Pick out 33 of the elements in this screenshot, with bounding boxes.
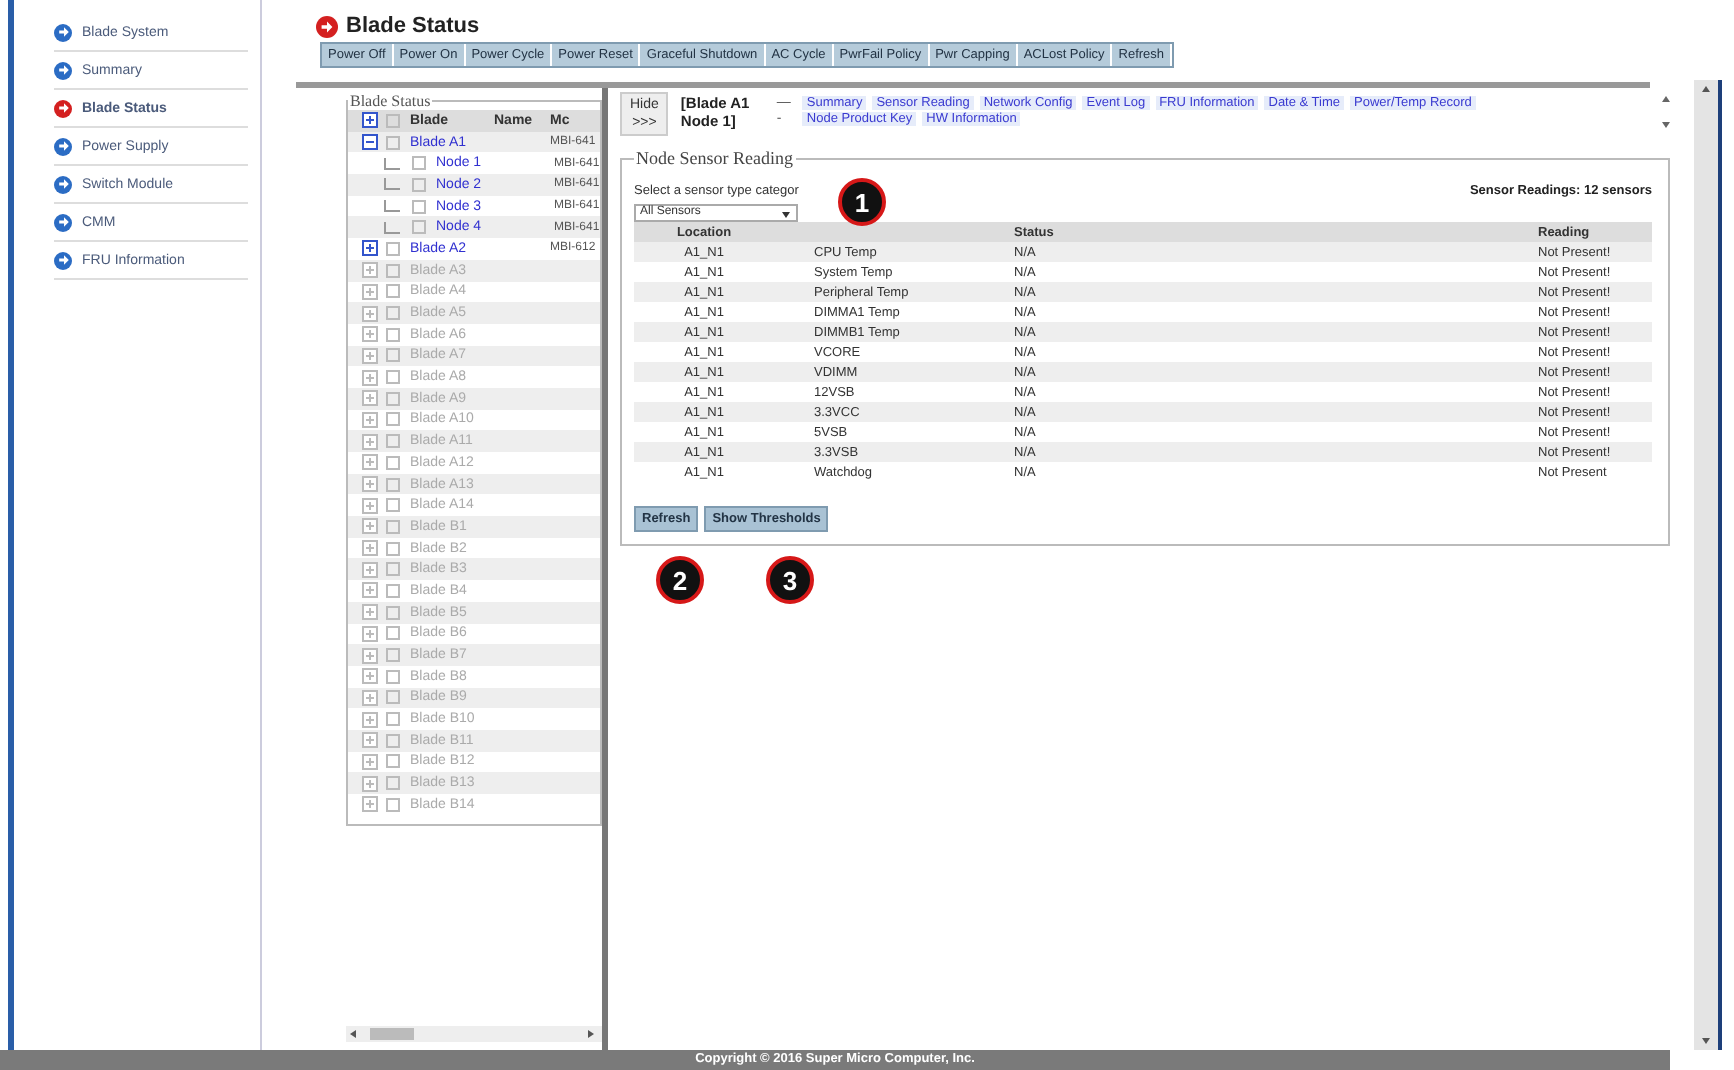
expander-icon[interactable] — [362, 134, 378, 151]
dropdown-caret-icon — [782, 209, 790, 217]
checkbox[interactable] — [386, 135, 400, 150]
arrow-icon — [316, 15, 338, 37]
expander-icon[interactable] — [362, 240, 378, 257]
callout-marker: 3 — [766, 556, 814, 604]
checkbox[interactable] — [412, 156, 426, 171]
panel-legend: Blade Status — [348, 94, 433, 110]
scroll-down-icon[interactable] — [1702, 1036, 1710, 1044]
arrow-icon — [54, 137, 72, 155]
arrow-icon — [54, 213, 72, 231]
checkbox[interactable] — [386, 241, 400, 256]
scroll-up-icon[interactable] — [1662, 96, 1670, 104]
arrow-icon — [54, 99, 72, 117]
scroll-right-icon[interactable] — [582, 1030, 598, 1038]
scroll-left-icon[interactable] — [346, 1030, 362, 1038]
scroll-up-icon[interactable] — [1702, 86, 1710, 94]
horizontal-scrollbar[interactable] — [346, 1026, 602, 1042]
expand-all-icon[interactable] — [362, 112, 378, 129]
arrow-icon — [54, 61, 72, 79]
panel-legend: Node Sensor Reading — [634, 148, 795, 168]
arrow-icon — [54, 175, 72, 193]
arrow-icon — [54, 251, 72, 269]
scroll-thumb[interactable] — [370, 1028, 414, 1040]
checkbox[interactable] — [386, 113, 400, 128]
page-title: Blade Status — [346, 14, 480, 38]
callout-marker: 1 — [838, 178, 886, 226]
checkbox[interactable] — [412, 177, 426, 192]
checkbox[interactable] — [412, 220, 426, 235]
arrow-icon — [54, 23, 72, 41]
checkbox[interactable] — [412, 199, 426, 214]
callout-marker: 2 — [656, 556, 704, 604]
scroll-down-icon[interactable] — [1662, 120, 1670, 128]
